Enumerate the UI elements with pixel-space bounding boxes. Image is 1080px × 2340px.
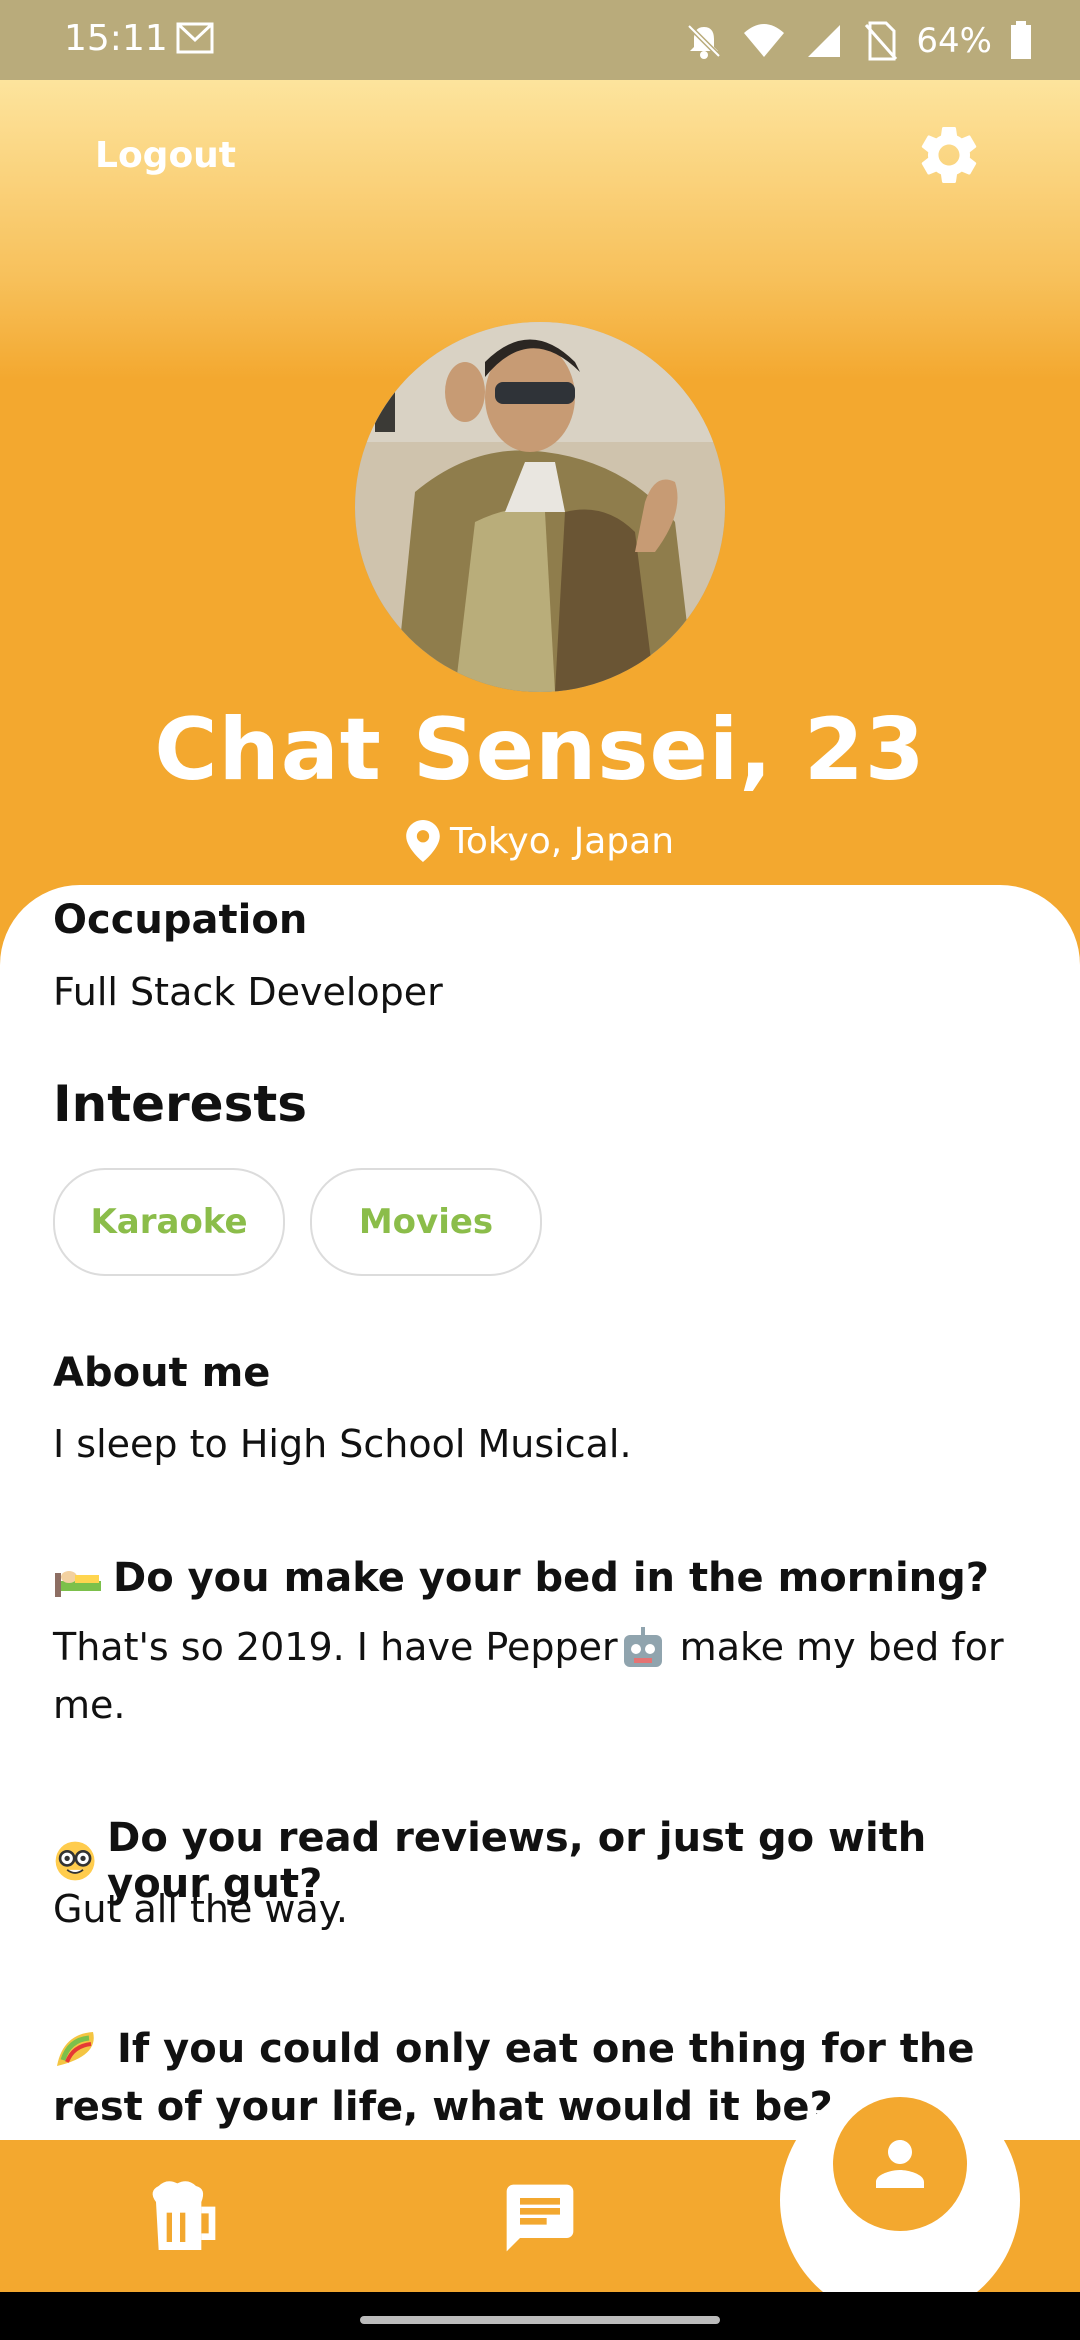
battery-icon [1011,21,1031,59]
profile-name-age: Chat Sensei, 23 [154,700,926,800]
interest-chip-karaoke[interactable]: Karaoke [53,1168,285,1276]
profile-photo[interactable] [355,322,725,692]
about-value: I sleep to High School Musical. [53,1422,632,1466]
status-icons: 64% [684,16,1032,66]
status-bar: 15:11 64% [0,0,1080,80]
location-text: Tokyo, Japan [449,820,675,862]
about-label: About me [53,1350,271,1396]
qa-question-1-text: Do you make your bed in the morning? [113,1555,989,1601]
beer-icon[interactable] [140,2178,220,2258]
taco-emoji [57,2032,94,2066]
occupation-value: Full Stack Developer [53,970,443,1014]
qa-question-1: Do you make your bed in the morning? [53,1553,1033,1603]
profile-location: Tokyo, Japan [0,820,1080,862]
robot-emoji [623,1626,662,1667]
bell-off-icon [687,24,722,59]
interests-heading: Interests [53,1075,308,1133]
battery-percent: 64% [916,21,992,61]
system-navigation-bar [0,2292,1080,2340]
profile-details-card: Occupation Full Stack Developer Interest… [0,885,1080,2145]
gear-icon[interactable] [914,120,984,190]
interest-chip-movies[interactable]: Movies [310,1168,542,1276]
wifi-icon [744,24,785,57]
location-pin-icon [406,820,440,862]
logout-button[interactable]: Logout [95,135,236,176]
qa-answer-2: Gut all the way. [53,1887,348,1931]
nerd-face-emoji [55,1841,95,1881]
qa-answer-1: That's so 2019. I have Pepper make my be… [53,1618,1033,1734]
home-gesture-handle[interactable] [360,2316,720,2324]
occupation-label: Occupation [53,897,308,943]
qa-answer-1-text-a: That's so 2019. I have Pepper [53,1625,618,1669]
chat-icon[interactable] [500,2178,580,2258]
no-sim-icon [865,21,898,61]
mail-icon [176,22,214,54]
bed-emoji [55,1571,101,1597]
profile-icon [876,2140,924,2188]
profile-tab-button[interactable] [833,2097,967,2231]
signal-icon [808,25,841,57]
profile-photo-image [355,322,725,692]
status-time: 15:11 [64,18,168,59]
